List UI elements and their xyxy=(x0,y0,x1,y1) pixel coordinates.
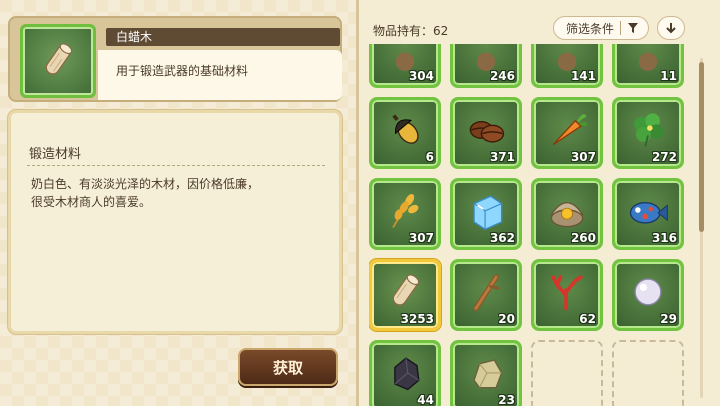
pearl-icon xyxy=(634,278,662,306)
stone-icon xyxy=(473,359,503,389)
inventory-slot[interactable]: 246 xyxy=(450,44,522,88)
wood-log-icon xyxy=(45,43,73,75)
ice-cube-icon xyxy=(473,195,503,231)
acorn-icon xyxy=(392,114,419,144)
herb-icon xyxy=(634,113,664,147)
item-name: 白蜡木 xyxy=(106,28,340,46)
item-quantity: 307 xyxy=(570,150,596,164)
inventory-slot[interactable]: 272 xyxy=(612,97,684,169)
item-quantity: 29 xyxy=(660,312,677,326)
partial-item-icon xyxy=(395,52,415,71)
wheat-icon xyxy=(392,194,419,228)
partial-item-icon xyxy=(476,52,496,71)
obtain-button[interactable]: 获取 xyxy=(238,348,338,386)
item-quantity: 62 xyxy=(579,312,596,326)
coffee-beans-icon xyxy=(469,120,505,143)
item-quantity: 141 xyxy=(570,69,596,83)
inventory-slot[interactable]: 62 xyxy=(531,259,603,331)
inventory-slot[interactable]: 23 xyxy=(450,340,522,406)
clam-icon xyxy=(550,201,584,228)
partial-item-icon xyxy=(557,52,577,71)
inventory-slot[interactable]: 307 xyxy=(369,178,441,250)
item-description: 奶白色、有淡淡光泽的木材，因价格低廉， 很受木材商人的喜爱。 xyxy=(31,175,331,211)
inventory-panel: 物品持有：62 筛选条件 304 246 141 11 6 371 307 272 307 362… xyxy=(356,0,720,406)
item-quantity: 6 xyxy=(425,150,434,164)
inventory-slot[interactable]: 29 xyxy=(612,259,684,331)
inventory-grid[interactable]: 304 246 141 11 6 371 307 272 307 362 260 316 3253 20 6… xyxy=(369,44,703,406)
empty-inventory-slot[interactable] xyxy=(531,340,603,406)
item-quantity: 3253 xyxy=(400,312,434,326)
item-quantity: 272 xyxy=(651,150,677,164)
item-quantity: 23 xyxy=(498,393,515,406)
inventory-slot[interactable]: 3253 xyxy=(369,259,441,331)
item-quantity: 362 xyxy=(489,231,515,245)
inventory-slot[interactable]: 141 xyxy=(531,44,603,88)
item-quantity: 20 xyxy=(498,312,515,326)
item-quantity: 304 xyxy=(408,69,434,83)
inventory-slot[interactable]: 371 xyxy=(450,97,522,169)
empty-inventory-slot[interactable] xyxy=(612,340,684,406)
inventory-slot[interactable]: 44 xyxy=(369,340,441,406)
item-quantity: 371 xyxy=(489,150,515,164)
filter-label: 筛选条件 xyxy=(566,21,615,36)
scrollbar-thumb[interactable] xyxy=(699,62,704,232)
item-quantity: 260 xyxy=(570,231,596,245)
inventory-slot[interactable]: 6 xyxy=(369,97,441,169)
inventory-slot[interactable]: 11 xyxy=(612,44,684,88)
fish-icon xyxy=(629,201,668,224)
filter-button[interactable]: 筛选条件 xyxy=(553,16,649,40)
funnel-icon xyxy=(628,23,639,33)
description-line: 很受木材商人的喜爱。 xyxy=(31,195,152,209)
item-quantity: 307 xyxy=(408,231,434,245)
branch-icon xyxy=(473,274,500,312)
category-heading: 锻造材料 xyxy=(29,147,82,162)
item-description-card: 锻造材料 奶白色、有淡淡光泽的木材，因价格低廉， 很受木材商人的喜爱。 xyxy=(8,110,342,334)
description-line: 奶白色、有淡淡光泽的木材，因价格低廉， xyxy=(31,177,260,191)
item-quantity: 44 xyxy=(417,393,434,406)
arrow-down-icon xyxy=(666,23,676,34)
inventory-slot[interactable]: 362 xyxy=(450,178,522,250)
inventory-slot[interactable]: 260 xyxy=(531,178,603,250)
item-quantity: 11 xyxy=(660,69,677,83)
dark-ore-icon xyxy=(394,357,420,391)
inventory-slot[interactable]: 307 xyxy=(531,97,603,169)
divider xyxy=(27,165,325,166)
divider xyxy=(620,21,622,35)
item-quantity: 246 xyxy=(489,69,515,83)
partial-item-icon xyxy=(638,52,658,71)
item-quantity: 316 xyxy=(651,231,677,245)
item-header-card: 白蜡木 用于锻造武器的基础材料 xyxy=(8,16,342,102)
item-thumbnail xyxy=(20,24,96,98)
coral-icon xyxy=(551,275,583,311)
sort-order-button[interactable] xyxy=(657,16,685,40)
inventory-slot[interactable]: 20 xyxy=(450,259,522,331)
wood-log-icon xyxy=(392,274,420,306)
carrot-icon xyxy=(552,114,587,146)
holding-count: 物品持有：62 xyxy=(373,24,449,38)
inventory-slot[interactable]: 304 xyxy=(369,44,441,88)
item-short-description: 用于锻造武器的基础材料 xyxy=(98,50,342,100)
inventory-slot[interactable]: 316 xyxy=(612,178,684,250)
